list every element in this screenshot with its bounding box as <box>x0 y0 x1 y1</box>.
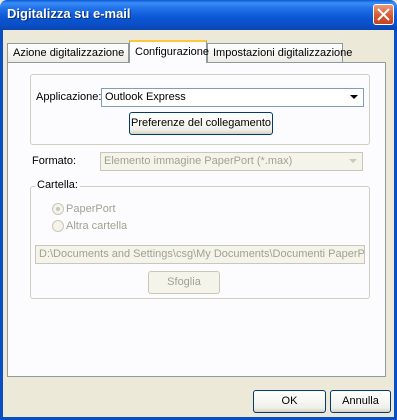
close-icon <box>377 8 390 21</box>
link-preferences-label: Preferenze del collegamento <box>130 117 272 129</box>
application-group: Applicazione: Outlook Express Preferenze… <box>30 74 370 145</box>
radio-paperport[interactable] <box>52 203 64 215</box>
tab-label: Azione digitalizzazione <box>13 47 125 59</box>
tab-impostazioni-digitalizzazione[interactable]: Impostazioni digitalizzazione <box>207 43 352 62</box>
folder-path-value: D:\Documents and Settings\csg\My Documen… <box>39 248 365 260</box>
close-button[interactable] <box>373 4 394 25</box>
folder-path-input[interactable]: D:\Documents and Settings\csg\My Documen… <box>35 245 365 264</box>
title-bar: Digitalizza su e-mail <box>0 0 397 30</box>
chevron-down-icon[interactable] <box>346 154 361 169</box>
ok-label: OK <box>281 395 298 407</box>
application-label: Applicazione: <box>36 91 102 103</box>
tab-configurazione[interactable]: Configurazione <box>129 40 209 63</box>
tab-label: Configurazione <box>135 46 209 58</box>
link-preferences-button[interactable]: Preferenze del collegamento <box>129 112 273 135</box>
ok-button[interactable]: OK <box>253 390 326 413</box>
cancel-label: Annulla <box>342 395 379 407</box>
chevron-down-icon[interactable] <box>347 90 362 105</box>
browse-button[interactable]: Sfoglia <box>148 271 220 294</box>
tab-label: Impostazioni digitalizzazione <box>213 47 353 59</box>
format-label: Formato: <box>32 155 77 167</box>
radio-paperport-label: PaperPort <box>66 203 116 215</box>
browse-label: Sfoglia <box>167 276 201 288</box>
application-value: Outlook Express <box>105 91 186 103</box>
configurazione-panel: Applicazione: Outlook Express Preferenze… <box>7 62 386 377</box>
format-value: Elemento immagine PaperPort (*.max) <box>104 155 293 167</box>
application-select[interactable]: Outlook Express <box>101 88 364 107</box>
cancel-button[interactable]: Annulla <box>330 390 391 413</box>
folder-group-label: Cartella: <box>35 179 80 191</box>
tab-azione-digitalizzazione[interactable]: Azione digitalizzazione <box>7 43 129 62</box>
radio-altra-cartella-label: Altra cartella <box>66 220 128 232</box>
format-select[interactable]: Elemento immagine PaperPort (*.max) <box>100 152 363 171</box>
radio-altra-cartella[interactable] <box>52 220 64 232</box>
window-frame-left <box>0 30 3 420</box>
window-title: Digitalizza su e-mail <box>7 6 131 21</box>
